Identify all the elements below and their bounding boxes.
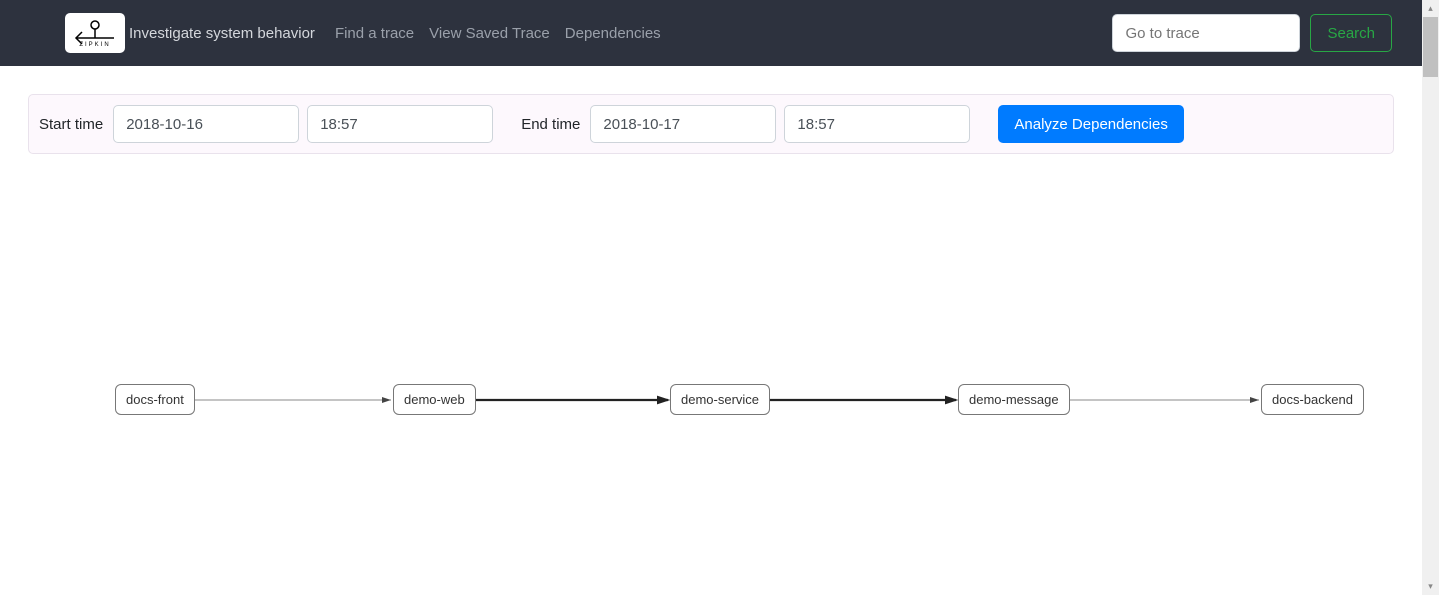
search-button[interactable]: Search (1310, 14, 1392, 52)
start-time-input[interactable] (307, 105, 493, 143)
vertical-scrollbar[interactable]: ▴ ▾ (1422, 0, 1439, 595)
graph-node-demo-web[interactable]: demo-web (393, 384, 476, 415)
scroll-up-icon[interactable]: ▴ (1422, 0, 1439, 17)
dependency-graph: docs-front demo-web demo-service demo-messa… (0, 214, 1422, 614)
nav-find-trace[interactable]: Find a trace (335, 25, 414, 42)
start-date-input[interactable] (113, 105, 299, 143)
navbar: ZIPKIN Investigate system behavior Find … (0, 0, 1422, 66)
graph-node-demo-message[interactable]: demo-message (958, 384, 1070, 415)
goto-trace-input[interactable] (1112, 14, 1300, 52)
nav-dependencies[interactable]: Dependencies (565, 25, 661, 42)
graph-node-demo-service[interactable]: demo-service (670, 384, 770, 415)
tagline: Investigate system behavior (129, 25, 315, 42)
nav-view-saved-trace[interactable]: View Saved Trace (429, 25, 550, 42)
end-time-input[interactable] (784, 105, 970, 143)
nav-right: Search (1112, 14, 1392, 52)
filter-bar: Start time End time Analyze Dependencies (28, 94, 1394, 154)
end-date-input[interactable] (590, 105, 776, 143)
graph-node-docs-front[interactable]: docs-front (115, 384, 195, 415)
graph-node-docs-backend[interactable]: docs-backend (1261, 384, 1364, 415)
nav-links: Find a trace View Saved Trace Dependenci… (335, 25, 661, 42)
scroll-down-icon[interactable]: ▾ (1422, 578, 1439, 595)
analyze-dependencies-button[interactable]: Analyze Dependencies (998, 105, 1183, 143)
logo-text: ZIPKIN (79, 42, 110, 48)
zipkin-logo[interactable]: ZIPKIN (65, 13, 125, 53)
scrollbar-thumb[interactable] (1423, 17, 1438, 77)
start-time-label: Start time (39, 116, 103, 133)
end-time-label: End time (521, 116, 580, 133)
